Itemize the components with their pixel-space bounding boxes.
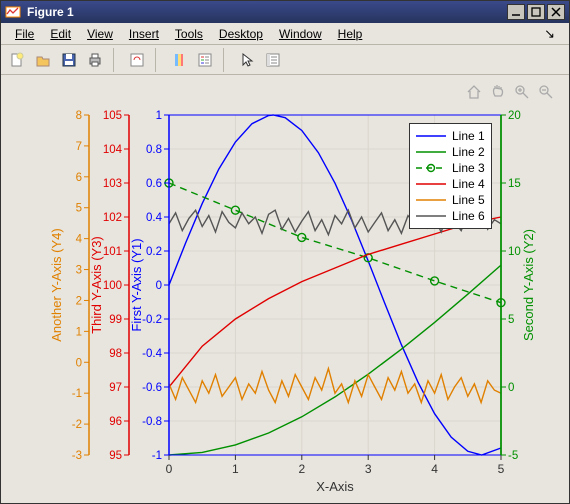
link-button[interactable]: [125, 48, 149, 72]
svg-text:101: 101: [103, 246, 122, 258]
menu-insert[interactable]: Insert: [121, 25, 167, 43]
menu-file[interactable]: File: [7, 25, 42, 43]
print-button[interactable]: [83, 48, 107, 72]
svg-text:-2: -2: [72, 419, 82, 431]
svg-text:0.8: 0.8: [146, 144, 162, 156]
legend-item[interactable]: Line 3: [416, 160, 485, 176]
menu-desktop[interactable]: Desktop: [211, 25, 271, 43]
legend-item[interactable]: Line 4: [416, 176, 485, 192]
svg-text:5: 5: [498, 462, 505, 476]
svg-text:97: 97: [109, 382, 122, 394]
svg-text:2: 2: [298, 462, 305, 476]
colorbar-button[interactable]: [167, 48, 191, 72]
menu-overflow[interactable]: ↘: [536, 24, 563, 44]
legend-label: Line 6: [452, 209, 485, 223]
svg-text:-0.2: -0.2: [142, 314, 162, 326]
legend-label: Line 1: [452, 129, 485, 143]
svg-text:-5: -5: [508, 450, 518, 462]
svg-text:0: 0: [156, 280, 162, 292]
new-figure-button[interactable]: [5, 48, 29, 72]
legend-item[interactable]: Line 1: [416, 128, 485, 144]
svg-text:0: 0: [76, 357, 82, 369]
svg-text:3: 3: [365, 462, 372, 476]
svg-text:-0.4: -0.4: [142, 348, 162, 360]
legend-label: Line 4: [452, 177, 485, 191]
svg-text:5: 5: [76, 203, 82, 215]
svg-text:15: 15: [508, 178, 521, 190]
menu-help[interactable]: Help: [330, 25, 371, 43]
svg-text:10: 10: [508, 246, 521, 258]
svg-text:1: 1: [76, 326, 82, 338]
minimize-button[interactable]: [507, 4, 525, 20]
svg-text:2: 2: [76, 295, 82, 307]
svg-text:0.4: 0.4: [146, 212, 163, 224]
svg-text:104: 104: [103, 144, 123, 156]
app-icon: [5, 4, 21, 20]
legend-item[interactable]: Line 5: [416, 192, 485, 208]
svg-text:102: 102: [103, 212, 122, 224]
svg-text:105: 105: [103, 110, 122, 122]
svg-text:-0.8: -0.8: [142, 416, 162, 428]
menu-edit[interactable]: Edit: [42, 25, 79, 43]
home-icon[interactable]: [465, 83, 483, 101]
menu-window[interactable]: Window: [271, 25, 330, 43]
svg-text:0: 0: [166, 462, 173, 476]
svg-text:3: 3: [76, 265, 82, 277]
svg-text:X-Axis: X-Axis: [316, 479, 354, 494]
figure-area: 0 1 2 3 4 5 X-Axis -1 -0.8 -0.6 -0.4 -0.2 0 0.2 0.4 0.6…: [1, 75, 569, 503]
svg-text:-0.6: -0.6: [142, 382, 162, 394]
svg-text:1: 1: [156, 110, 162, 122]
property-editor-button[interactable]: [261, 48, 285, 72]
svg-text:20: 20: [508, 110, 521, 122]
svg-text:100: 100: [103, 280, 122, 292]
svg-text:6: 6: [76, 172, 82, 184]
save-button[interactable]: [57, 48, 81, 72]
open-button[interactable]: [31, 48, 55, 72]
svg-text:Another Y-Axis (Y4): Another Y-Axis (Y4): [49, 228, 64, 341]
legend-button[interactable]: [193, 48, 217, 72]
pointer-button[interactable]: [235, 48, 259, 72]
svg-text:7: 7: [76, 141, 82, 153]
close-button[interactable]: [547, 4, 565, 20]
zoom-in-icon[interactable]: [513, 83, 531, 101]
title-bar: Figure 1: [1, 1, 569, 23]
legend-label: Line 5: [452, 193, 485, 207]
svg-text:Second Y-Axis (Y2): Second Y-Axis (Y2): [521, 229, 536, 341]
toolbar: [1, 45, 569, 75]
zoom-out-icon[interactable]: [537, 83, 555, 101]
svg-text:Third Y-Axis (Y3): Third Y-Axis (Y3): [89, 236, 104, 334]
svg-text:4: 4: [76, 234, 83, 246]
svg-text:-3: -3: [72, 450, 82, 462]
window-title: Figure 1: [27, 5, 74, 19]
svg-text:8: 8: [76, 110, 82, 122]
svg-text:First Y-Axis (Y1): First Y-Axis (Y1): [129, 238, 144, 331]
legend-label: Line 3: [452, 161, 485, 175]
svg-text:0.2: 0.2: [146, 246, 162, 258]
svg-text:103: 103: [103, 178, 122, 190]
menu-view[interactable]: View: [79, 25, 121, 43]
legend-item[interactable]: Line 6: [416, 208, 485, 224]
svg-text:0.6: 0.6: [146, 178, 162, 190]
svg-text:1: 1: [232, 462, 239, 476]
svg-text:4: 4: [431, 462, 438, 476]
maximize-button[interactable]: [527, 4, 545, 20]
svg-text:96: 96: [109, 416, 122, 428]
legend-item[interactable]: Line 2: [416, 144, 485, 160]
svg-text:5: 5: [508, 314, 514, 326]
menu-bar: File Edit View Insert Tools Desktop Wind…: [1, 23, 569, 45]
menu-tools[interactable]: Tools: [167, 25, 211, 43]
svg-text:99: 99: [109, 314, 122, 326]
svg-text:95: 95: [109, 450, 122, 462]
legend[interactable]: Line 1 Line 2 Line 3 Line 4 Line 5 Line 6: [409, 123, 492, 229]
svg-text:0: 0: [508, 382, 514, 394]
svg-text:-1: -1: [72, 388, 82, 400]
pan-icon[interactable]: [489, 83, 507, 101]
svg-text:98: 98: [109, 348, 122, 360]
legend-label: Line 2: [452, 145, 485, 159]
svg-text:-1: -1: [152, 450, 162, 462]
